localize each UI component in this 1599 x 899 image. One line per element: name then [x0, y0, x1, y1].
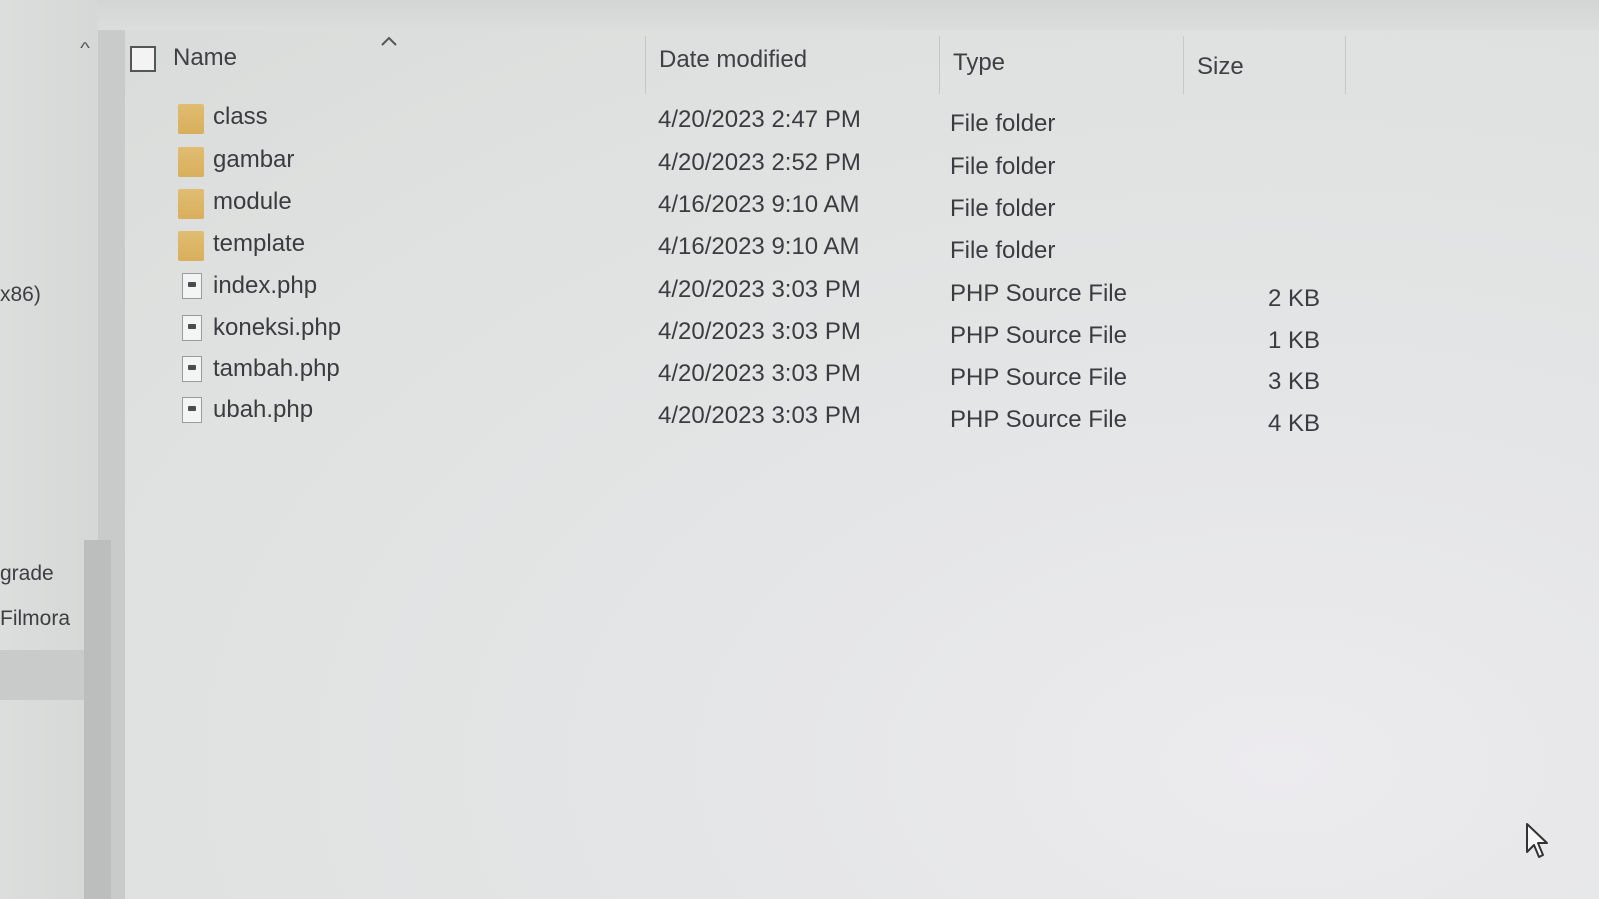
folder-icon: [178, 147, 204, 177]
file-name: ubah.php: [213, 396, 314, 423]
folder-icon: [178, 231, 204, 261]
list-item[interactable]: template 4/16/2023 9:10 AM File folder: [170, 225, 1350, 267]
file-type: PHP Source File: [950, 364, 1127, 391]
file-date: 4/20/2023 2:47 PM: [658, 106, 861, 133]
file-name: template: [213, 230, 306, 257]
list-item[interactable]: ubah.php 4/20/2023 3:03 PM PHP Source Fi…: [170, 391, 1350, 437]
list-item[interactable]: index.php 4/20/2023 3:03 PM PHP Source F…: [170, 267, 1350, 312]
php-file-icon: [182, 315, 202, 341]
file-name: index.php: [213, 272, 318, 299]
php-file-icon: [182, 273, 202, 299]
file-name: tambah.php: [213, 355, 340, 382]
file-type: PHP Source File: [950, 280, 1127, 307]
file-date: 4/16/2023 9:10 AM: [658, 233, 860, 260]
folder-icon: [178, 189, 204, 219]
file-date: 4/20/2023 3:03 PM: [658, 318, 861, 345]
file-type: PHP Source File: [950, 322, 1127, 349]
file-name: module: [213, 188, 292, 215]
file-type: File folder: [950, 237, 1056, 264]
file-date: 4/20/2023 3:03 PM: [658, 276, 861, 303]
mouse-pointer-icon: [1526, 823, 1548, 858]
file-list: class 4/20/2023 2:47 PM File folder gamb…: [0, 0, 1599, 899]
php-file-icon: [182, 356, 202, 382]
list-item[interactable]: tambah.php 4/20/2023 3:03 PM PHP Source …: [170, 350, 1350, 395]
list-item[interactable]: koneksi.php 4/20/2023 3:03 PM PHP Source…: [170, 309, 1350, 354]
list-item[interactable]: class 4/20/2023 2:47 PM File folder: [170, 98, 1350, 140]
file-date: 4/16/2023 9:10 AM: [658, 191, 860, 218]
file-date: 4/20/2023 3:03 PM: [658, 360, 861, 387]
list-item[interactable]: module 4/16/2023 9:10 AM File folder: [170, 183, 1350, 225]
file-date: 4/20/2023 2:52 PM: [658, 149, 861, 176]
file-type: File folder: [950, 110, 1056, 137]
folder-icon: [178, 104, 204, 134]
list-item[interactable]: gambar 4/20/2023 2:52 PM File folder: [170, 141, 1350, 183]
file-date: 4/20/2023 3:03 PM: [658, 402, 861, 429]
file-type: File folder: [950, 195, 1056, 222]
file-name: class: [213, 103, 268, 130]
file-size: 4 KB: [1268, 410, 1321, 437]
file-type: PHP Source File: [950, 406, 1127, 433]
php-file-icon: [182, 397, 202, 423]
file-type: File folder: [950, 153, 1056, 180]
file-name: gambar: [213, 146, 295, 173]
file-name: koneksi.php: [213, 314, 342, 341]
